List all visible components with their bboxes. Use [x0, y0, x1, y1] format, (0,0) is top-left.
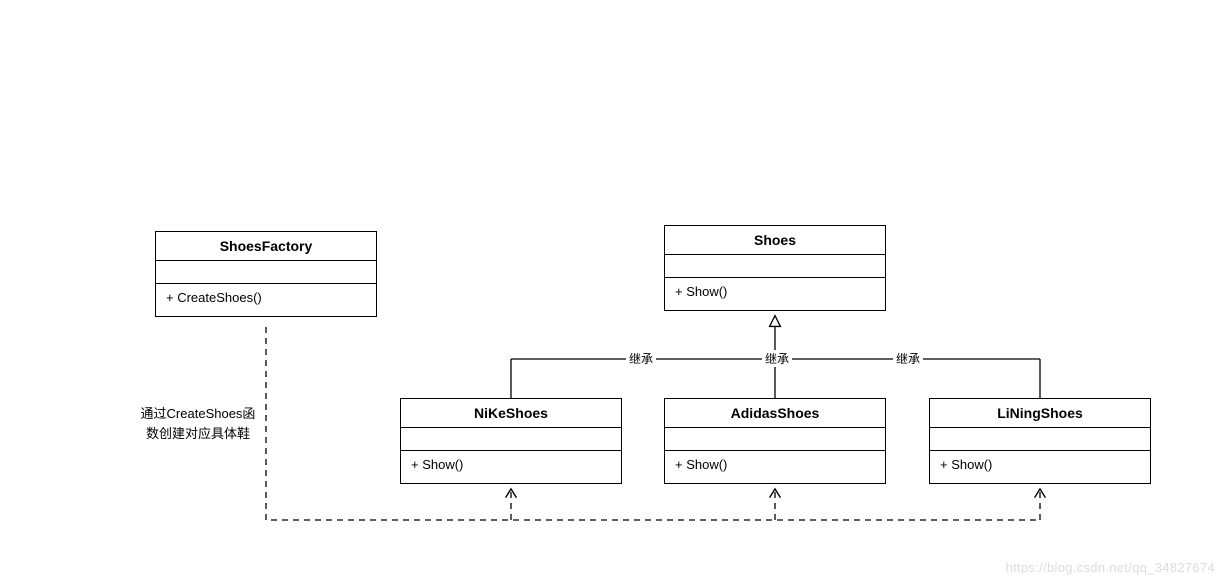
note-line2: 数创建对应具体鞋	[146, 426, 250, 441]
class-attrs	[665, 428, 885, 451]
edge-label-inherit-left: 继承	[626, 350, 656, 367]
class-title: ShoesFactory	[156, 232, 376, 261]
note-text: 通过CreateShoes函 数创建对应具体鞋	[118, 404, 278, 443]
class-attrs	[665, 255, 885, 278]
class-adidasshoes: AdidasShoes + Show()	[664, 398, 886, 484]
note-line1: 通过CreateShoes函	[141, 406, 256, 421]
class-title: LiNingShoes	[930, 399, 1150, 428]
class-title: Shoes	[665, 226, 885, 255]
class-attrs	[930, 428, 1150, 451]
class-nikeshoes: NiKeShoes + Show()	[400, 398, 622, 484]
class-shoes: Shoes + Show()	[664, 225, 886, 311]
class-method: + CreateShoes()	[156, 284, 376, 316]
class-method: + Show()	[665, 278, 885, 310]
class-method: + Show()	[401, 451, 621, 483]
watermark: https://blog.csdn.net/qq_34827674	[1006, 560, 1215, 575]
edge-label-inherit-right: 继承	[893, 350, 923, 367]
class-shoesfactory: ShoesFactory + CreateShoes()	[155, 231, 377, 317]
class-method: + Show()	[930, 451, 1150, 483]
class-title: AdidasShoes	[665, 399, 885, 428]
class-title: NiKeShoes	[401, 399, 621, 428]
class-attrs	[401, 428, 621, 451]
class-method: + Show()	[665, 451, 885, 483]
edge-label-inherit-mid: 继承	[762, 350, 792, 367]
class-liningshoes: LiNingShoes + Show()	[929, 398, 1151, 484]
class-attrs	[156, 261, 376, 284]
